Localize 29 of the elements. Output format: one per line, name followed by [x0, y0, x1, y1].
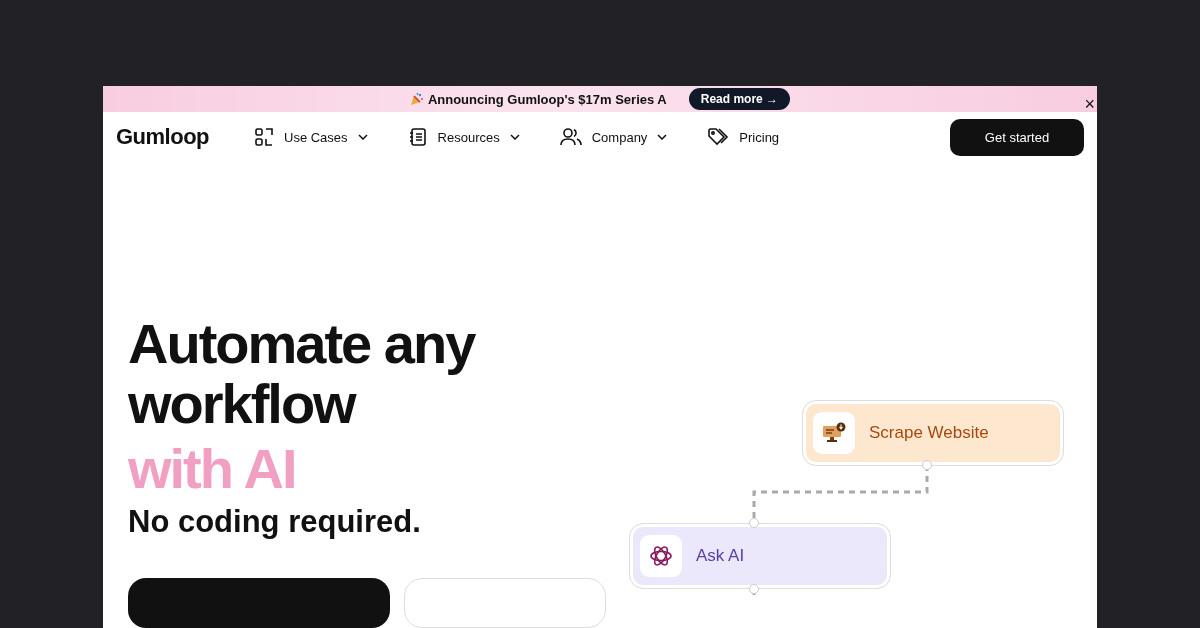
headline-highlight: with AI	[128, 436, 296, 502]
logo[interactable]: Gumloop	[116, 124, 254, 151]
nav-link[interactable]: Use Cases	[284, 129, 348, 145]
ai-knot-icon	[649, 544, 673, 568]
primary-button[interactable]	[128, 578, 390, 628]
tag-icon	[707, 127, 730, 148]
monitor-icon	[822, 422, 846, 444]
connection-port[interactable]	[749, 584, 759, 594]
chevron-down-icon	[357, 134, 368, 141]
headline: Automate any workflow	[128, 314, 477, 434]
announcement-text: Announcing Gumloop's $17m Series A	[427, 91, 667, 107]
read-more-button[interactable]: Read more →	[688, 88, 791, 111]
get-started-button[interactable]: Get started	[950, 118, 1084, 156]
people-icon	[559, 127, 582, 148]
chevron-down-icon	[657, 134, 668, 141]
notebook-icon	[407, 127, 428, 148]
nav-link[interactable]: Pricing	[739, 129, 780, 145]
connection-port[interactable]	[922, 460, 932, 470]
subtitle: No coding required.	[128, 504, 421, 540]
workflow-node[interactable]: Scrape Website	[802, 400, 1064, 466]
nav-link[interactable]: Company	[591, 129, 648, 145]
party-popper-icon	[409, 92, 424, 107]
grid-icon	[254, 127, 274, 148]
secondary-button[interactable]	[404, 578, 606, 628]
chevron-down-icon	[509, 134, 520, 141]
nav-link[interactable]: Resources	[437, 129, 500, 145]
workflow-node[interactable]: Ask AI	[629, 523, 891, 589]
close-button[interactable]: ×	[1084, 95, 1095, 113]
connection-port[interactable]	[749, 518, 759, 528]
